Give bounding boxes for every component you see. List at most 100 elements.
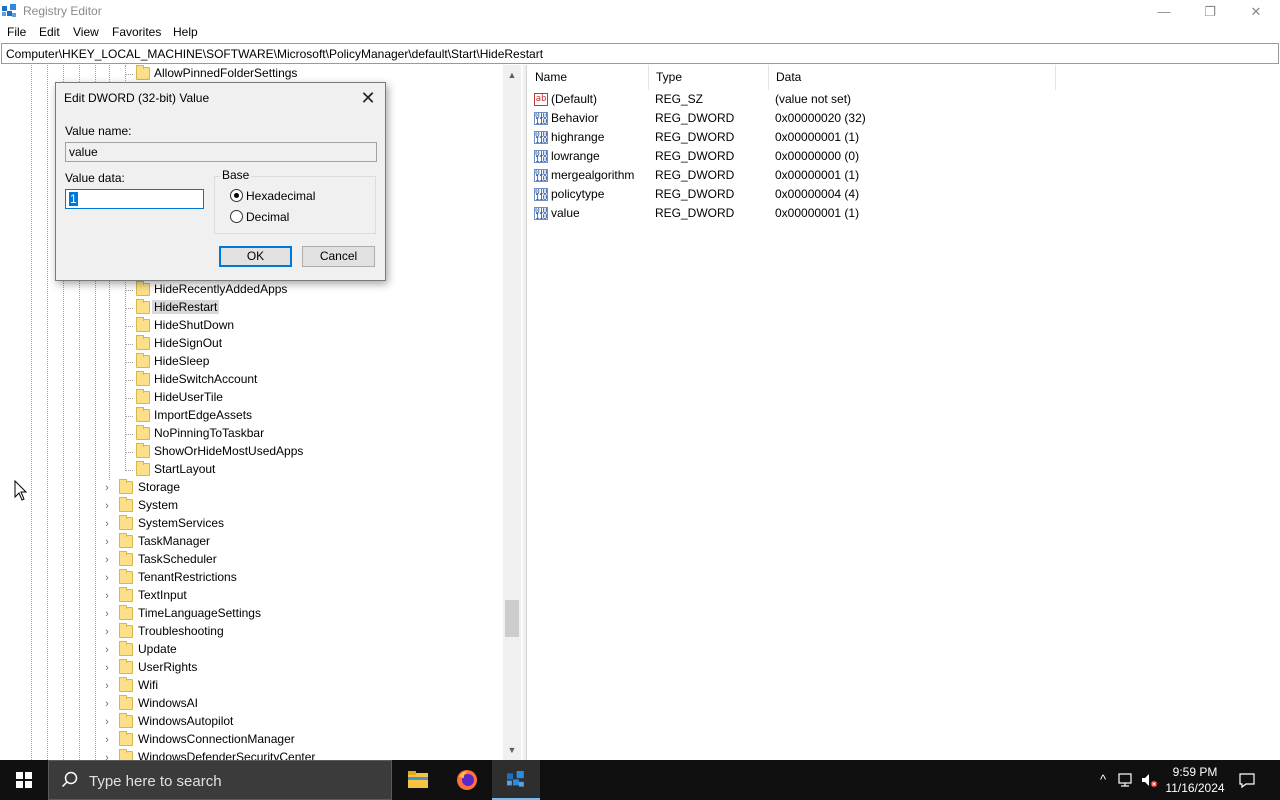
dialog-close-icon[interactable]: ✕ bbox=[357, 87, 379, 109]
tree-item-windowsdefendersecuritycenter[interactable]: › WindowsDefenderSecurityCenter bbox=[102, 749, 422, 760]
tree-item-update[interactable]: › Update bbox=[102, 641, 422, 659]
folder-icon bbox=[136, 317, 150, 332]
chevron-right-icon[interactable]: › bbox=[102, 643, 112, 657]
tree-item-system[interactable]: › System bbox=[102, 497, 422, 515]
chevron-right-icon[interactable]: › bbox=[102, 715, 112, 729]
value-data-label: Value data: bbox=[65, 171, 125, 185]
tree-guide-line bbox=[47, 65, 48, 760]
ok-button[interactable]: OK bbox=[219, 246, 292, 267]
tree-item-importedgeassets[interactable]: ImportEdgeAssets bbox=[125, 407, 425, 425]
cancel-button[interactable]: Cancel bbox=[302, 246, 375, 267]
value-row[interactable]: 010 110 policytype REG_DWORD 0x00000004 (… bbox=[528, 185, 1228, 204]
tree-item-windowsconnectionmanager[interactable]: › WindowsConnectionManager bbox=[102, 731, 422, 749]
base-groupbox: Base Hexadecimal Decimal bbox=[214, 168, 376, 234]
chevron-right-icon[interactable]: › bbox=[102, 751, 112, 760]
scroll-up-icon[interactable]: ▲ bbox=[503, 67, 521, 83]
show-hidden-icons-chevron-icon[interactable]: ^ bbox=[1094, 771, 1112, 789]
decimal-radio[interactable] bbox=[230, 210, 243, 223]
tree-item-timelanguagesettings[interactable]: › TimeLanguageSettings bbox=[102, 605, 422, 623]
chevron-right-icon[interactable]: › bbox=[102, 481, 112, 495]
value-row[interactable]: 010 110 value REG_DWORD 0x00000001 (1) bbox=[528, 204, 1228, 223]
menu-favorites[interactable]: Favorites bbox=[112, 25, 161, 39]
value-row[interactable]: 010 110 lowrange REG_DWORD 0x00000000 (0) bbox=[528, 147, 1228, 166]
tree-item-wifi[interactable]: › Wifi bbox=[102, 677, 422, 695]
tree-item-storage[interactable]: › Storage bbox=[102, 479, 422, 497]
tree-item-hidesignout[interactable]: HideSignOut bbox=[125, 335, 425, 353]
chevron-right-icon[interactable]: › bbox=[102, 733, 112, 747]
scroll-thumb[interactable] bbox=[505, 600, 519, 637]
chevron-right-icon[interactable]: › bbox=[102, 499, 112, 513]
tree-item-startlayout[interactable]: StartLayout bbox=[125, 461, 425, 479]
decimal-label[interactable]: Decimal bbox=[246, 210, 289, 224]
dialog-title: Edit DWORD (32-bit) Value bbox=[64, 91, 210, 105]
hexadecimal-label[interactable]: Hexadecimal bbox=[246, 189, 315, 203]
chevron-right-icon[interactable]: › bbox=[102, 607, 112, 621]
binary-value-icon: 010 110 bbox=[534, 188, 548, 201]
taskbar-registry-editor[interactable] bbox=[492, 760, 540, 800]
value-row[interactable]: 010 110 mergealgorithm REG_DWORD 0x000000… bbox=[528, 166, 1228, 185]
close-button[interactable]: ✕ bbox=[1233, 0, 1279, 23]
network-icon[interactable] bbox=[1117, 771, 1135, 789]
system-clock[interactable]: 9:59 PM 11/16/2024 bbox=[1160, 764, 1230, 796]
string-value-icon: ab bbox=[534, 93, 548, 106]
column-header-name[interactable]: Name bbox=[528, 65, 649, 90]
tree-item-hiderestart[interactable]: HideRestart bbox=[125, 299, 425, 317]
tree-item-allowpinnedfoldersettings[interactable]: AllowPinnedFolderSettings bbox=[125, 65, 425, 83]
tree-item-taskscheduler[interactable]: › TaskScheduler bbox=[102, 551, 422, 569]
binary-value-icon: 010 110 bbox=[534, 207, 548, 220]
chevron-right-icon[interactable]: › bbox=[102, 625, 112, 639]
menu-edit[interactable]: Edit bbox=[39, 25, 60, 39]
tree-item-systemservices[interactable]: › SystemServices bbox=[102, 515, 422, 533]
pane-splitter[interactable] bbox=[523, 65, 527, 760]
chevron-right-icon[interactable]: › bbox=[102, 517, 112, 531]
tree-item-hideswitchaccount[interactable]: HideSwitchAccount bbox=[125, 371, 425, 389]
taskbar-search[interactable]: Type here to search bbox=[48, 760, 392, 800]
tree-item-textinput[interactable]: › TextInput bbox=[102, 587, 422, 605]
tree-item-userrights[interactable]: › UserRights bbox=[102, 659, 422, 677]
tree-item-hideshutdown[interactable]: HideShutDown bbox=[125, 317, 425, 335]
folder-icon bbox=[119, 749, 133, 760]
chevron-right-icon[interactable]: › bbox=[102, 535, 112, 549]
tree-item-troubleshooting[interactable]: › Troubleshooting bbox=[102, 623, 422, 641]
notifications-icon[interactable] bbox=[1238, 771, 1256, 789]
column-header-type[interactable]: Type bbox=[649, 65, 769, 90]
taskbar-firefox[interactable] bbox=[443, 760, 491, 800]
value-row[interactable]: 010 110 Behavior REG_DWORD 0x00000020 (32… bbox=[528, 109, 1228, 128]
start-button[interactable] bbox=[0, 760, 48, 800]
taskbar-file-explorer[interactable] bbox=[394, 760, 442, 800]
tree-item-taskmanager[interactable]: › TaskManager bbox=[102, 533, 422, 551]
value-data-input[interactable]: 1 bbox=[65, 189, 204, 209]
tree-item-nopinningtotaskbar[interactable]: NoPinningToTaskbar bbox=[125, 425, 425, 443]
chevron-right-icon[interactable]: › bbox=[102, 589, 112, 603]
tree-item-windowsautopilot[interactable]: › WindowsAutopilot bbox=[102, 713, 422, 731]
address-bar[interactable]: Computer\HKEY_LOCAL_MACHINE\SOFTWARE\Mic… bbox=[1, 43, 1279, 64]
values-list[interactable]: Name Type Data ab (Default) REG_SZ (valu… bbox=[528, 65, 1280, 760]
chevron-right-icon[interactable]: › bbox=[102, 697, 112, 711]
chevron-right-icon[interactable]: › bbox=[102, 661, 112, 675]
minimize-button[interactable]: — bbox=[1141, 0, 1187, 23]
column-header-data[interactable]: Data bbox=[769, 65, 1056, 90]
restore-button[interactable]: ❐ bbox=[1187, 0, 1233, 23]
tree-scrollbar[interactable]: ▲ ▼ bbox=[503, 65, 521, 760]
scroll-down-icon[interactable]: ▼ bbox=[503, 742, 521, 758]
tree-item-windowsai[interactable]: › WindowsAI bbox=[102, 695, 422, 713]
volume-muted-icon[interactable] bbox=[1140, 771, 1158, 789]
folder-icon bbox=[119, 533, 133, 548]
chevron-right-icon[interactable]: › bbox=[102, 553, 112, 567]
menu-view[interactable]: View bbox=[73, 25, 99, 39]
value-row[interactable]: ab (Default) REG_SZ (value not set) bbox=[528, 90, 1228, 109]
tree-item-hideusertile[interactable]: HideUserTile bbox=[125, 389, 425, 407]
menu-file[interactable]: File bbox=[7, 25, 26, 39]
tree-item-tenantrestrictions[interactable]: › TenantRestrictions bbox=[102, 569, 422, 587]
value-row[interactable]: 010 110 highrange REG_DWORD 0x00000001 (1… bbox=[528, 128, 1228, 147]
tree-item-showorhidemostusedapps[interactable]: ShowOrHideMostUsedApps bbox=[125, 443, 425, 461]
tree-item-hiderecentlyaddedapps[interactable]: HideRecentlyAddedApps bbox=[125, 281, 425, 299]
chevron-right-icon[interactable]: › bbox=[102, 679, 112, 693]
hexadecimal-radio[interactable] bbox=[230, 189, 243, 202]
tree-item-hidesleep[interactable]: HideSleep bbox=[125, 353, 425, 371]
folder-icon bbox=[119, 713, 133, 728]
folder-icon bbox=[136, 425, 150, 440]
registry-editor-app-icon bbox=[2, 4, 16, 17]
chevron-right-icon[interactable]: › bbox=[102, 571, 112, 585]
menu-help[interactable]: Help bbox=[173, 25, 198, 39]
